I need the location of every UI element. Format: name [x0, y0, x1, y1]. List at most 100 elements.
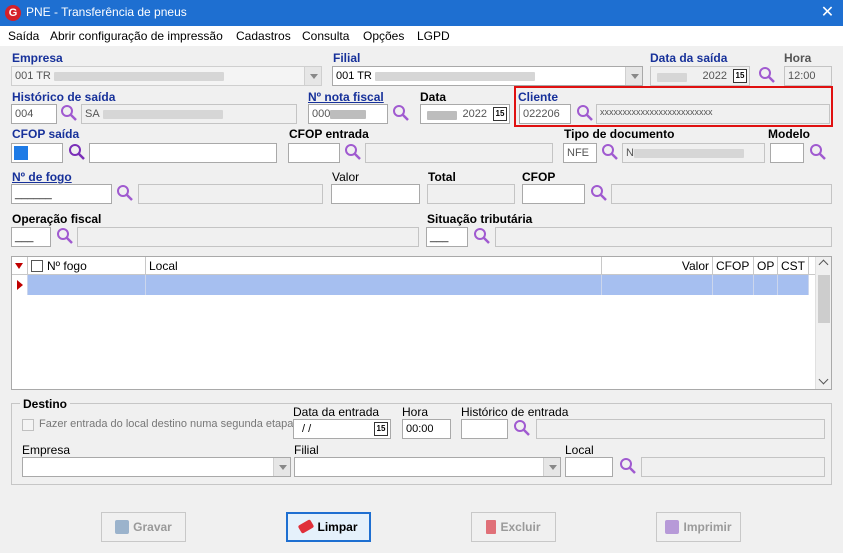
chevron-down-icon[interactable]: [304, 67, 321, 85]
chevron-down-icon[interactable]: [625, 67, 642, 85]
cfop-label: CFOP: [522, 170, 556, 184]
destino-empresa-select[interactable]: [22, 457, 291, 477]
imprimir-button[interactable]: Imprimir: [656, 512, 741, 542]
data-entrada-field[interactable]: / / 15: [293, 419, 391, 439]
search-icon[interactable]: [67, 142, 87, 162]
table-cell[interactable]: [754, 275, 778, 295]
cliente-highlight: [514, 86, 833, 127]
operacao-fiscal-desc: [77, 227, 419, 247]
tipo-documento-field[interactable]: NFE: [563, 143, 597, 163]
chevron-up-icon[interactable]: [818, 259, 829, 270]
hora-label: Hora: [784, 51, 812, 65]
cfop-saida-desc[interactable]: [89, 143, 277, 163]
historico-desc-field: SA: [81, 104, 297, 124]
search-icon[interactable]: [757, 65, 777, 85]
row-indicator-header: [12, 257, 28, 275]
historico-saida-label: Histórico de saída: [12, 90, 116, 104]
search-icon[interactable]: [343, 142, 363, 162]
search-icon[interactable]: [512, 418, 532, 438]
table-cell[interactable]: [146, 275, 602, 295]
cfop-saida-field[interactable]: [11, 143, 63, 163]
search-icon[interactable]: [589, 183, 609, 203]
calendar-icon[interactable]: 15: [374, 422, 388, 436]
numero-fogo-field[interactable]: ______: [11, 184, 112, 204]
grid-header-nfogo[interactable]: Nº fogo: [28, 257, 146, 275]
valor-label: Valor: [332, 170, 360, 184]
data-saida-label: Data da saída: [650, 51, 728, 65]
numero-fogo-label: Nº de fogo: [12, 170, 72, 184]
historico-entrada-label: Histórico de entrada: [461, 405, 569, 419]
search-icon[interactable]: [600, 142, 620, 162]
table-cell[interactable]: [28, 275, 146, 295]
limpar-button[interactable]: Limpar: [286, 512, 371, 542]
historico-entrada-desc: [536, 419, 825, 439]
cfop-entrada-label: CFOP entrada: [289, 127, 369, 141]
table-cell[interactable]: [602, 275, 713, 295]
destino-local-field[interactable]: [565, 457, 613, 477]
table-cell[interactable]: [778, 275, 809, 295]
close-icon[interactable]: ✕: [812, 0, 843, 26]
nota-fiscal-field[interactable]: 000: [308, 104, 388, 124]
cfop-saida-label: CFOP saída: [12, 127, 80, 141]
destino-local-label: Local: [565, 443, 594, 457]
data-label: Data: [420, 90, 447, 104]
menu-cadastros[interactable]: Cadastros: [236, 29, 291, 43]
historico-code-field[interactable]: 004: [11, 104, 57, 124]
menu-abrir-configuracao[interactable]: Abrir configuração de impressão: [50, 29, 223, 43]
data-entrada-label: Data da entrada: [293, 405, 380, 419]
grid-header-cst[interactable]: CST: [778, 257, 809, 275]
menu-opcoes[interactable]: Opções: [363, 29, 404, 43]
destino-filial-select[interactable]: [294, 457, 561, 477]
grid-scrollbar[interactable]: [815, 257, 831, 389]
grid-header-local[interactable]: Local: [146, 257, 602, 275]
excluir-button[interactable]: Excluir: [471, 512, 556, 542]
chevron-down-icon[interactable]: [818, 374, 829, 385]
gravar-button[interactable]: Gravar: [101, 512, 186, 542]
grid-header-op[interactable]: OP: [754, 257, 778, 275]
empresa-value: 001 TR: [15, 70, 51, 82]
search-icon[interactable]: [618, 456, 638, 476]
menu-lgpd[interactable]: LGPD: [417, 29, 450, 43]
valor-field[interactable]: [331, 184, 420, 204]
situacao-tributaria-field[interactable]: ___: [426, 227, 468, 247]
search-icon[interactable]: [391, 103, 411, 123]
cfop-field[interactable]: [522, 184, 585, 204]
nota-fiscal-label: Nº nota fiscal: [308, 90, 384, 104]
search-icon[interactable]: [55, 226, 75, 246]
historico-entrada-field[interactable]: [461, 419, 508, 439]
chevron-down-icon[interactable]: [543, 458, 560, 476]
tires-grid[interactable]: Nº fogo Local Valor CFOP OP CST: [11, 256, 832, 390]
filial-select[interactable]: 001 TR: [332, 66, 643, 86]
cfop-desc: [611, 184, 832, 204]
cfop-entrada-field[interactable]: [288, 143, 340, 163]
data-field[interactable]: 2022 15: [420, 104, 510, 124]
data-saida-field[interactable]: 2022 15: [650, 66, 750, 86]
edit-icon: [31, 260, 43, 272]
row-indicator: [12, 275, 28, 295]
modelo-label: Modelo: [768, 127, 810, 141]
scroll-thumb[interactable]: [818, 275, 830, 323]
total-field: [427, 184, 515, 204]
table-cell[interactable]: [713, 275, 754, 295]
segunda-etapa-checkbox[interactable]: [22, 419, 34, 431]
grid-header-cfop[interactable]: CFOP: [713, 257, 754, 275]
search-icon[interactable]: [59, 103, 79, 123]
chevron-down-icon[interactable]: [273, 458, 290, 476]
search-icon[interactable]: [472, 226, 492, 246]
grid-header-valor[interactable]: Valor: [602, 257, 713, 275]
calendar-icon[interactable]: 15: [733, 69, 747, 83]
title-bar: G PNE - Transferência de pneus ✕: [0, 0, 843, 26]
cfop-entrada-desc: [365, 143, 553, 163]
calendar-icon[interactable]: 15: [493, 107, 507, 121]
search-icon[interactable]: [808, 142, 828, 162]
search-icon[interactable]: [115, 183, 135, 203]
menu-consulta[interactable]: Consulta: [302, 29, 349, 43]
operacao-fiscal-field[interactable]: ___: [11, 227, 51, 247]
empresa-select[interactable]: 001 TR: [11, 66, 322, 86]
modelo-field[interactable]: [770, 143, 804, 163]
segunda-etapa-label: Fazer entrada do local destino numa segu…: [39, 418, 294, 430]
hora-entrada-field[interactable]: 00:00: [402, 419, 451, 439]
destino-filial-label: Filial: [294, 443, 319, 457]
printer-icon: [665, 519, 680, 534]
menu-saida[interactable]: Saída: [8, 29, 39, 43]
